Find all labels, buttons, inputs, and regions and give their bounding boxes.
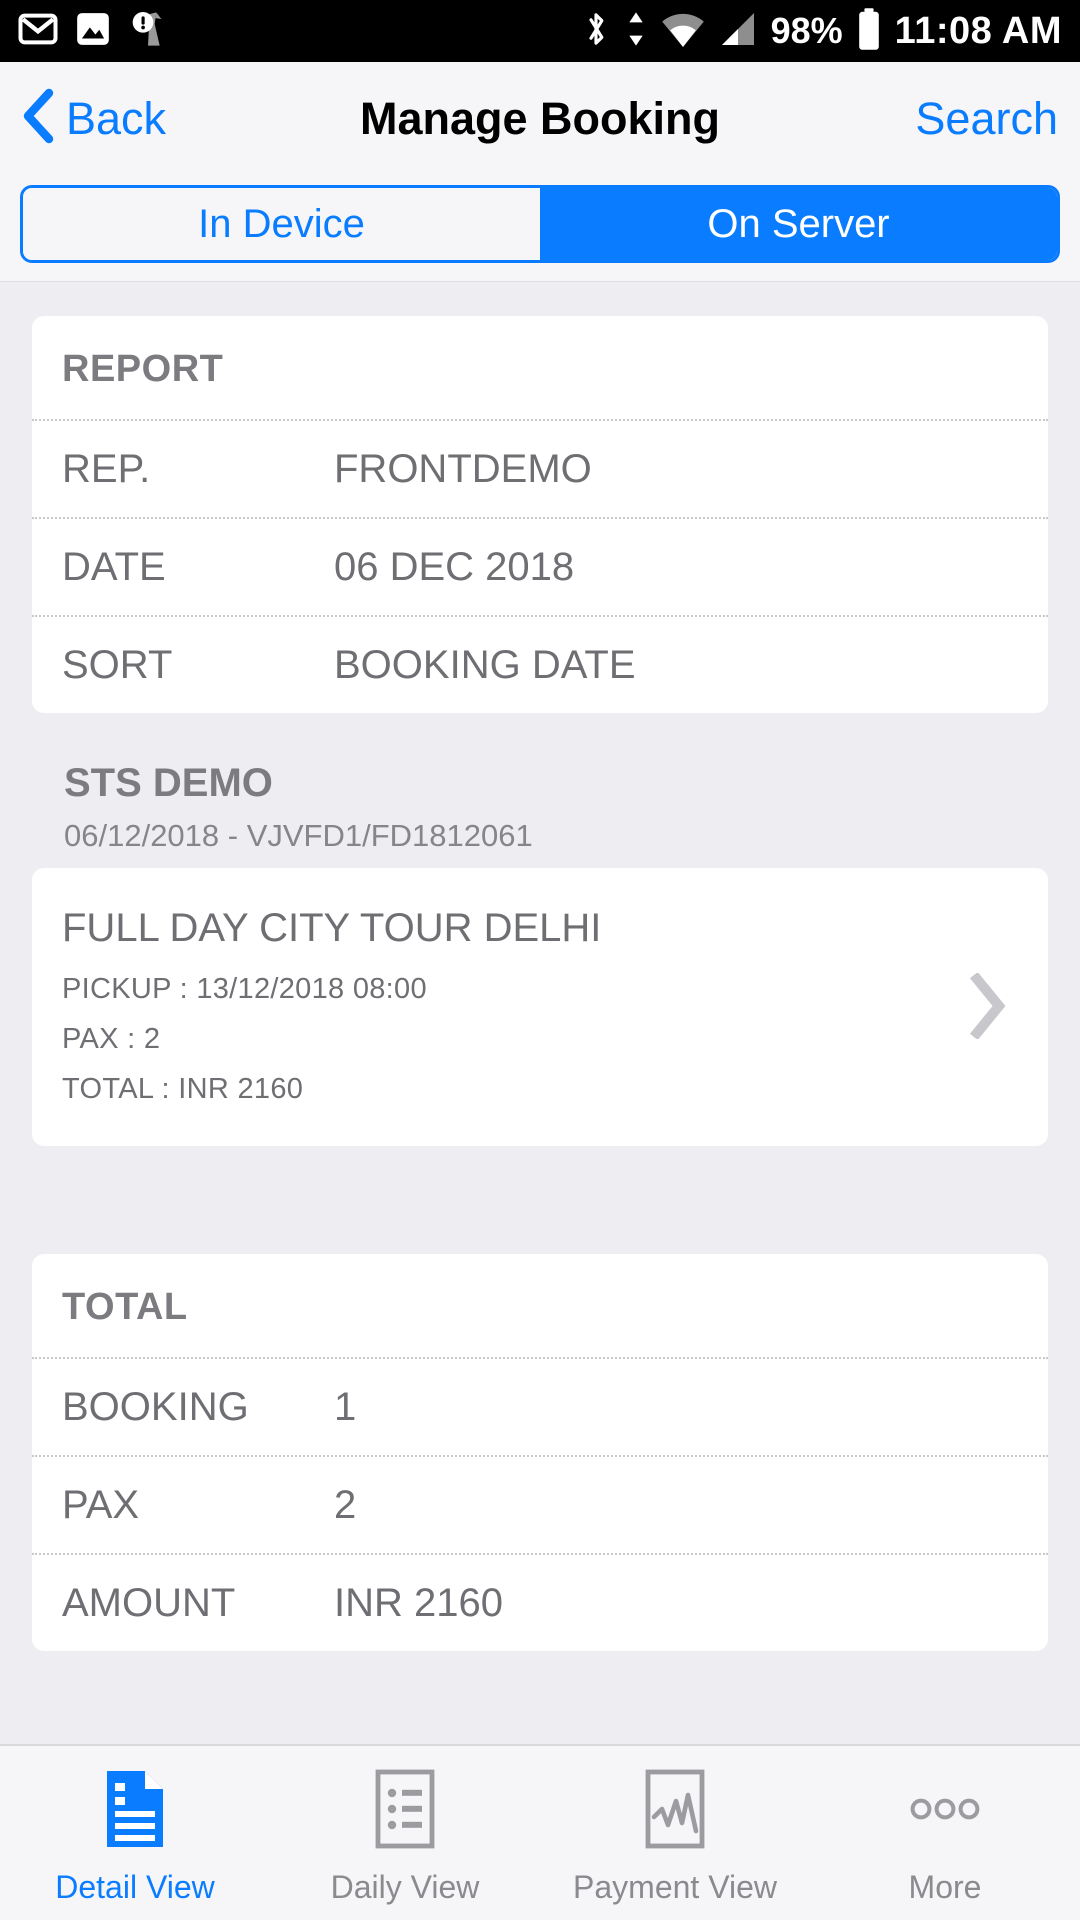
battery-icon <box>856 7 882 56</box>
list-item[interactable]: FULL DAY CITY TOUR DELHI PICKUP : 13/12/… <box>32 868 1048 1146</box>
tab-label: Payment View <box>573 1868 777 1905</box>
booking-group-header: STS DEMO 06/12/2018 - VJVFD1/FD1812061 <box>32 713 1048 868</box>
chevron-left-icon <box>22 88 56 149</box>
photos-icon <box>74 10 112 53</box>
status-bar: 98% 11:08 AM <box>0 0 1080 62</box>
segmented-control-container: In Device On Server <box>0 175 1080 282</box>
segmented-control: In Device On Server <box>20 185 1060 263</box>
tab-label: Detail View <box>55 1868 215 1905</box>
booking-title: FULL DAY CITY TOUR DELHI <box>62 906 602 950</box>
booking-total: TOTAL : INR 2160 <box>62 1073 304 1105</box>
content-area: REPORT REP. FRONTDEMO DATE 06 DEC 2018 S… <box>0 282 1080 1744</box>
back-button[interactable]: Back <box>22 88 166 149</box>
row-label: AMOUNT <box>62 1580 236 1625</box>
row-label: REP. <box>62 446 151 491</box>
report-card-title: REPORT <box>62 348 224 390</box>
tab-detail-view[interactable]: Detail View <box>0 1746 270 1920</box>
status-bar-notifications <box>18 9 168 54</box>
app-root: 98% 11:08 AM Back Manage Booking Search … <box>0 0 1080 1920</box>
row-label: SORT <box>62 642 173 687</box>
row-label: BOOKING <box>62 1384 249 1429</box>
bluetooth-icon <box>581 9 611 54</box>
battery-percent-label: 98% <box>770 10 843 51</box>
alert-app-icon <box>128 9 168 54</box>
chevron-right-icon <box>956 973 1018 1039</box>
tab-label: Daily View <box>330 1868 480 1905</box>
booking-pax: PAX : 2 <box>62 1023 161 1055</box>
tab-in-device[interactable]: In Device <box>23 188 540 260</box>
group-subtitle: 06/12/2018 - VJVFD1/FD1812061 <box>64 818 533 853</box>
table-row: REP. FRONTDEMO <box>32 419 1048 517</box>
table-row: AMOUNT INR 2160 <box>32 1553 1048 1651</box>
nav-bar: Back Manage Booking Search <box>0 62 1080 175</box>
booking-pickup: PICKUP : 13/12/2018 08:00 <box>62 973 427 1005</box>
bottom-tab-bar: Detail View Daily View Payment View More <box>0 1744 1080 1920</box>
cellular-signal-icon <box>718 9 758 54</box>
clock-label: 11:08 AM <box>894 9 1062 52</box>
wifi-icon <box>661 9 705 54</box>
status-bar-system: 98% 11:08 AM <box>581 7 1062 56</box>
row-label: PAX <box>62 1482 140 1527</box>
row-value: 1 <box>334 1384 357 1429</box>
booking-details: FULL DAY CITY TOUR DELHI PICKUP : 13/12/… <box>62 906 956 1106</box>
tab-more[interactable]: More <box>810 1746 1080 1920</box>
total-card: TOTAL BOOKING 1 PAX 2 AMOUNT INR 2160 <box>32 1254 1048 1651</box>
data-transfer-icon <box>624 9 648 54</box>
tab-daily-view[interactable]: Daily View <box>270 1746 540 1920</box>
table-row: BOOKING 1 <box>32 1357 1048 1455</box>
report-card: REPORT REP. FRONTDEMO DATE 06 DEC 2018 S… <box>32 316 1048 713</box>
gmail-icon <box>18 9 58 54</box>
search-button[interactable]: Search <box>915 93 1058 145</box>
back-button-label: Back <box>66 92 167 144</box>
total-card-title: TOTAL <box>62 1286 188 1328</box>
row-value: INR 2160 <box>334 1580 503 1625</box>
row-value: 2 <box>334 1482 357 1527</box>
table-row: SORT BOOKING DATE <box>32 615 1048 713</box>
group-title: STS DEMO <box>64 761 273 805</box>
row-value: FRONTDEMO <box>334 446 592 491</box>
document-icon <box>103 1767 167 1851</box>
row-label: DATE <box>62 544 166 589</box>
row-value: BOOKING DATE <box>334 642 636 687</box>
tab-payment-view[interactable]: Payment View <box>540 1746 810 1920</box>
ellipsis-icon <box>907 1767 983 1851</box>
list-icon <box>374 1767 436 1851</box>
tab-label: More <box>908 1868 982 1905</box>
table-row: DATE 06 DEC 2018 <box>32 517 1048 615</box>
table-row: PAX 2 <box>32 1455 1048 1553</box>
row-value: 06 DEC 2018 <box>334 544 575 589</box>
chart-icon <box>644 1767 706 1851</box>
tab-on-server[interactable]: On Server <box>540 188 1057 260</box>
